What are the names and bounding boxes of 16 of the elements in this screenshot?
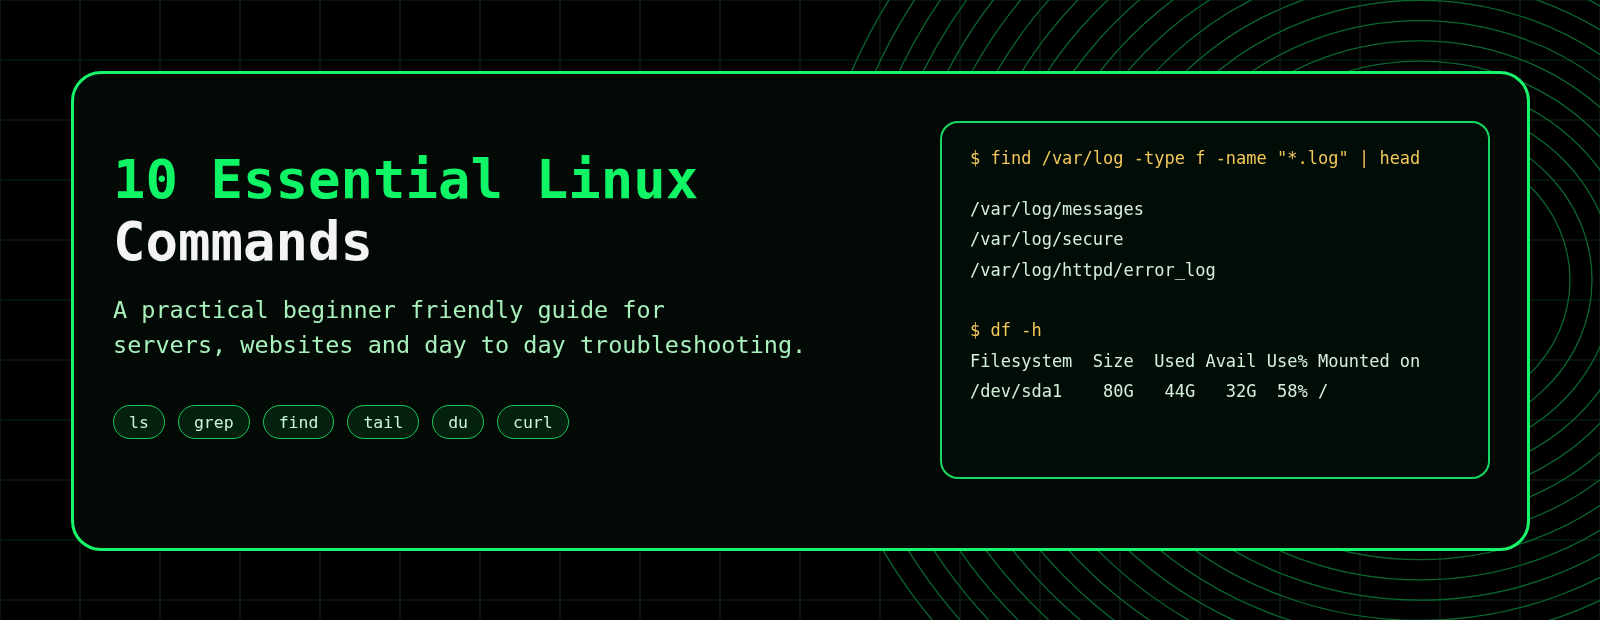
command-tag: grep	[177, 405, 250, 439]
command-tag: du	[432, 405, 484, 439]
terminal-output-line: /dev/sda1 80G 44G 32G 58% /	[970, 380, 1329, 403]
command-tag: find	[262, 405, 335, 439]
title-line: 10 Essential Linux	[113, 149, 700, 211]
command-tag: ls	[113, 405, 165, 439]
subtitle: A practical beginner friendly guide for servers, websites and day to day troubleshooting.	[113, 295, 807, 361]
terminal-output-line: /var/log/httpd/error_log	[970, 258, 1216, 282]
terminal-command: $ df -h	[970, 319, 1042, 342]
terminal-output-line: Filesystem Size Used Avail Use% Mounted on	[970, 349, 1421, 373]
command-tag: curl	[497, 405, 569, 439]
terminal-output-line: /var/log/secure	[970, 228, 1124, 251]
terminal-command: $ find /var/log -type f -name "*.log" | head	[970, 147, 1421, 170]
command-tag: tail	[347, 405, 420, 439]
title-line: Commands	[113, 211, 375, 273]
terminal-output-line: /var/log/messages	[970, 197, 1144, 221]
